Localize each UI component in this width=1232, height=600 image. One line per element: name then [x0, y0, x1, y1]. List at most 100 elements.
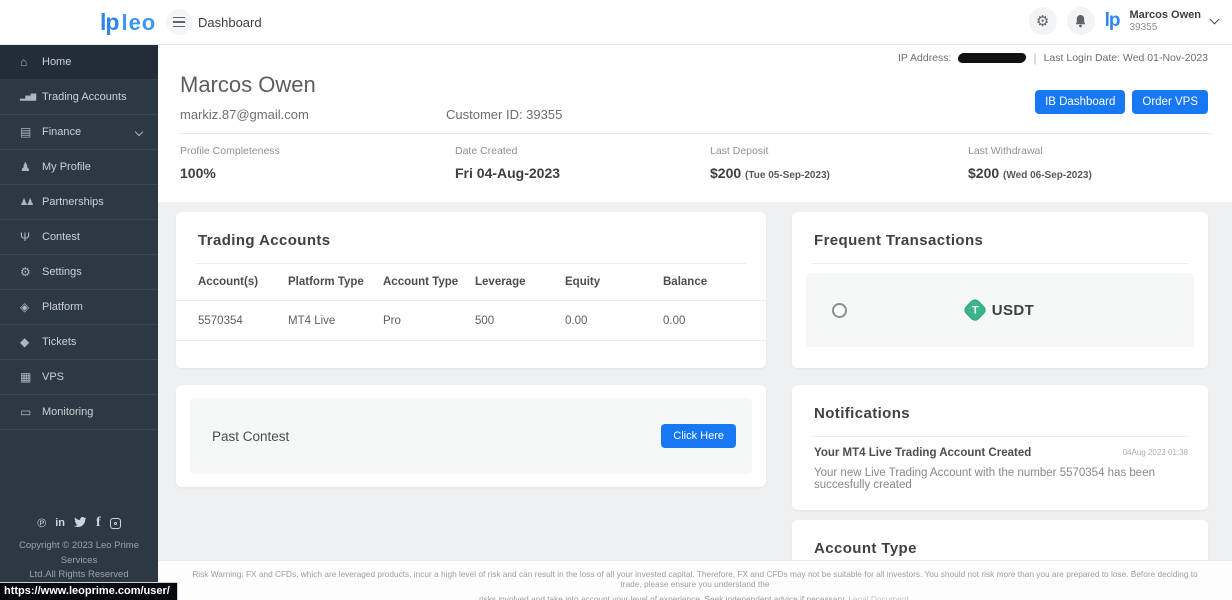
profile-stats: Profile Completeness 100% Date Created F…	[180, 145, 1208, 181]
divider	[812, 436, 1188, 437]
customer-id: Customer ID: 39355	[446, 107, 563, 122]
brand-logo-mark: lp	[100, 9, 119, 35]
sidebar-item-label: Trading Accounts	[42, 91, 127, 103]
pinterest-icon[interactable]: ℗	[37, 517, 46, 529]
notifications-bell-icon[interactable]	[1066, 7, 1095, 35]
cell-equity: 0.00	[565, 314, 588, 327]
usdt-label: USDT	[991, 301, 1035, 319]
sidebar-item-label: Monitoring	[42, 406, 94, 418]
twitter-icon[interactable]	[73, 516, 87, 530]
profile-email: markiz.87@gmail.com	[180, 107, 309, 122]
cell-account: 5570354	[198, 314, 243, 327]
chevron-down-icon[interactable]	[1209, 14, 1220, 25]
profile-summary-band: IP Address: | Last Login Date: Wed 01-No…	[158, 45, 1232, 202]
cell-balance: 0.00	[663, 314, 686, 327]
ip-address-redacted	[957, 53, 1028, 63]
risk-warning-line2: risks involved and take into account you…	[158, 594, 1232, 600]
sidebar-item-finance[interactable]: ▤ Finance	[0, 115, 158, 150]
copyright-text: Copyright © 2023 Leo Prime Services Ltd.…	[18, 540, 139, 580]
risk-warning-line1: Risk Warning: FX and CFDs, which are lev…	[192, 569, 1198, 589]
notification-timestamp: 04Aug 2023 01:38	[1122, 448, 1188, 457]
bar-chart-icon: ▂▅▇	[20, 94, 37, 101]
user-menu[interactable]: Marcos Owen 39355	[1129, 9, 1201, 32]
meta-divider: |	[1033, 51, 1037, 65]
people-icon: ♟♟	[20, 196, 34, 207]
sidebar-item-label: VPS	[42, 371, 65, 383]
monitor-icon: ▭	[20, 405, 32, 419]
sidebar-item-monitoring[interactable]: ▭ Monitoring	[0, 395, 158, 430]
sidebar-item-label: Finance	[42, 126, 82, 138]
sidebar-item-label: Contest	[42, 231, 80, 243]
session-meta: IP Address: | Last Login Date: Wed 01-No…	[898, 51, 1208, 65]
legal-document-link[interactable]: Legal Document.	[848, 594, 911, 600]
sidebar-item-my-profile[interactable]: ♟ My Profile	[0, 150, 158, 185]
cell-leverage: 500	[475, 314, 495, 327]
page-title: Dashboard	[198, 15, 262, 30]
ip-address-label: IP Address:	[897, 52, 952, 64]
usdt-option-panel: T USDT	[806, 273, 1194, 347]
person-icon: ♟	[20, 160, 31, 174]
column-header: Platform Type	[288, 276, 364, 288]
risk-warning-footer: Risk Warning: FX and CFDs, which are lev…	[158, 560, 1232, 600]
profile-name: Marcos Owen	[180, 72, 316, 97]
trading-accounts-header-row: Account(s) Platform Type Account Type Le…	[176, 264, 766, 301]
wallet-icon: ▤	[20, 125, 32, 139]
notifications-card: Notifications Your MT4 Live Trading Acco…	[792, 385, 1208, 510]
click-here-button[interactable]: Click Here	[661, 424, 736, 448]
facebook-icon[interactable]: f	[96, 516, 101, 530]
linkedin-icon[interactable]: in	[55, 517, 65, 529]
sidebar-item-platform[interactable]: ◈ Platform	[0, 290, 158, 325]
home-icon: ⌂	[20, 55, 28, 69]
sidebar-item-trading-accounts[interactable]: ▂▅▇ Trading Accounts	[0, 80, 158, 115]
stat-last-deposit: Last Deposit $200 (Tue 05-Sep-2023)	[710, 145, 830, 181]
sidebar-item-label: My Profile	[42, 161, 91, 173]
cell-platform-type: MT4 Live	[288, 314, 336, 327]
header-actions: ⚙ lp Marcos Owen 39355	[1028, 7, 1220, 35]
sidebar-footer: ℗ in f Copyright © 2023 Leo Prime Servic…	[0, 516, 158, 582]
brand-logo-text: leo	[121, 9, 157, 35]
order-vps-button[interactable]: Order VPS	[1132, 90, 1208, 114]
sidebar-item-label: Platform	[42, 301, 83, 313]
column-header: Account Type	[383, 276, 459, 288]
user-id: 39355	[1129, 21, 1158, 33]
sidebar-item-label: Settings	[42, 266, 82, 278]
last-login-text: Last Login Date: Wed 01-Nov-2023	[1043, 52, 1208, 64]
table-row[interactable]: 5570354 MT4 Live Pro 500 0.00 0.00	[176, 301, 766, 341]
cell-account-type: Pro	[383, 314, 401, 327]
past-contest-card: Past Contest Click Here	[176, 385, 766, 487]
sidebar-item-label: Tickets	[42, 336, 77, 348]
trading-accounts-title: Trading Accounts	[198, 232, 331, 249]
server-icon: ▦	[20, 370, 32, 384]
divider	[812, 263, 1188, 264]
sidebar-item-home[interactable]: ⌂ Home	[0, 45, 158, 80]
ticket-icon: ◆	[20, 335, 30, 349]
stat-last-withdrawal: Last Withdrawal $200 (Wed 06-Sep-2023)	[968, 145, 1092, 181]
ib-dashboard-button[interactable]: IB Dashboard	[1035, 90, 1126, 114]
tether-icon: T	[962, 297, 988, 323]
instagram-icon[interactable]	[109, 517, 121, 529]
sidebar-item-tickets[interactable]: ◆ Tickets	[0, 325, 158, 360]
sidebar-item-partnerships[interactable]: ♟♟ Partnerships	[0, 185, 158, 220]
brand-logo[interactable]: lp leo	[100, 9, 156, 36]
sidebar-item-contest[interactable]: Ψ Contest	[0, 220, 158, 255]
bell-icon	[1075, 15, 1086, 28]
usdt-option[interactable]: T USDT	[806, 297, 1194, 323]
past-contest-panel: Past Contest Click Here	[190, 398, 752, 474]
column-header: Account(s)	[198, 276, 259, 288]
menu-toggle-icon[interactable]	[166, 9, 192, 35]
avatar[interactable]: lp	[1105, 10, 1121, 32]
sidebar-item-label: Home	[42, 56, 72, 68]
stat-profile-completeness: Profile Completeness 100%	[180, 145, 280, 181]
top-header: lp leo Dashboard ⚙ lp Marcos Owen 39355	[0, 0, 1232, 45]
main-content: IP Address: | Last Login Date: Wed 01-No…	[158, 45, 1232, 600]
trading-accounts-card: Trading Accounts Account(s) Platform Typ…	[176, 212, 766, 368]
settings-icon[interactable]: ⚙	[1028, 7, 1057, 35]
notifications-title: Notifications	[814, 405, 911, 422]
sidebar-item-settings[interactable]: ⚙ Settings	[0, 255, 158, 290]
sidebar-item-vps[interactable]: ▦ VPS	[0, 360, 158, 395]
divider	[178, 133, 1212, 134]
chevron-down-icon	[134, 127, 144, 137]
frequent-transactions-title: Frequent Transactions	[814, 232, 984, 249]
column-header: Equity	[565, 276, 601, 288]
sidebar-item-label: Partnerships	[42, 196, 104, 208]
